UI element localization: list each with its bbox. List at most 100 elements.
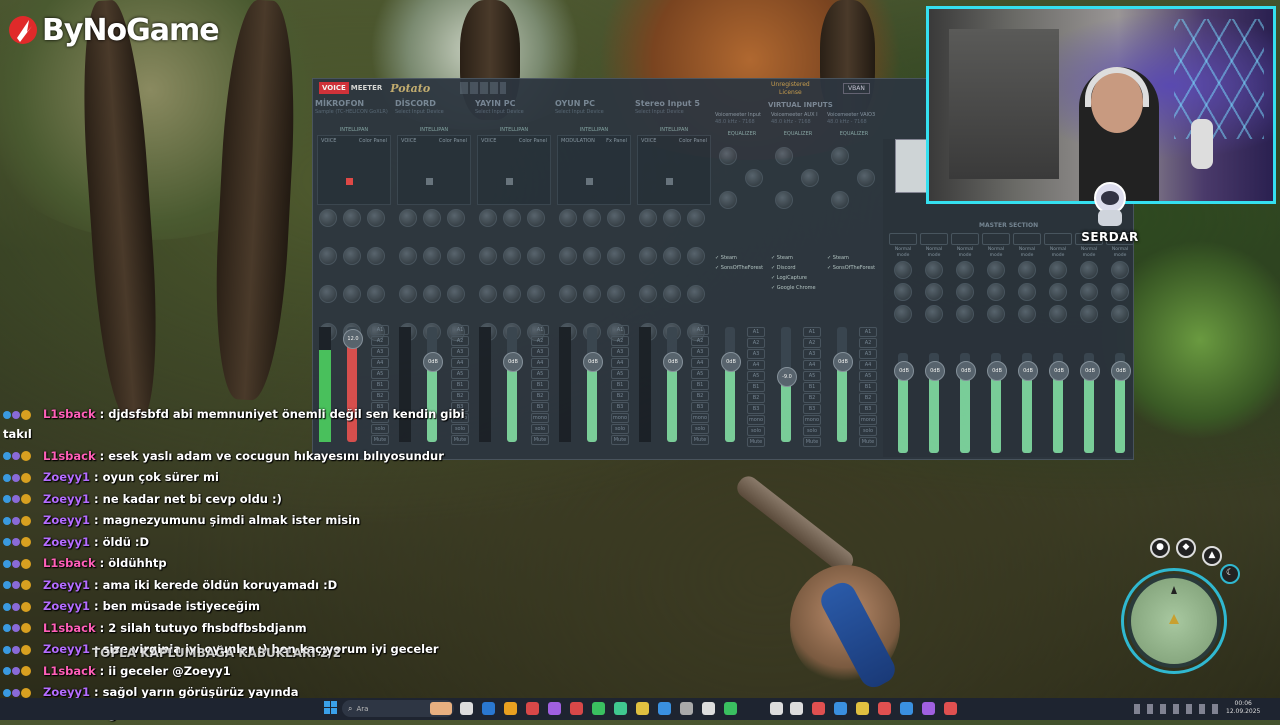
routing-button[interactable]: solo [747, 426, 765, 436]
chat-username[interactable]: Zoeyy1 [43, 470, 90, 484]
routing-button[interactable]: B1 [859, 382, 877, 392]
eq-knob[interactable] [801, 169, 819, 187]
master-knob[interactable] [925, 283, 943, 301]
master-sel-button[interactable] [1013, 233, 1041, 245]
routing-button[interactable]: B3 [611, 402, 629, 412]
routing-button[interactable]: A5 [611, 369, 629, 379]
app-item[interactable]: ✓ Google Chrome [771, 283, 825, 293]
routing-button[interactable]: B2 [451, 391, 469, 401]
chat-username[interactable]: Zoeyy1 [43, 535, 90, 549]
master-knob[interactable] [1018, 305, 1036, 323]
routing-button[interactable]: A3 [803, 349, 821, 359]
strip-name[interactable]: MİKROFON [315, 99, 393, 108]
fx-knob[interactable] [527, 285, 545, 303]
fader-knob[interactable]: 0dB [1111, 361, 1131, 381]
fx-knob[interactable] [447, 247, 465, 265]
fx-knob[interactable] [639, 247, 657, 265]
fx-knob[interactable] [607, 247, 625, 265]
fader-knob[interactable]: 0dB [1018, 361, 1038, 381]
fx-knob[interactable] [607, 285, 625, 303]
routing-button[interactable]: A4 [611, 358, 629, 368]
master-knob[interactable] [987, 305, 1005, 323]
master-knob[interactable] [894, 305, 912, 323]
intellipan-box[interactable]: INTELLIPANVOICEColor Panel [317, 135, 391, 205]
app-item[interactable]: ✓ Steam [771, 253, 825, 263]
chrome-icon[interactable] [504, 702, 517, 715]
master-knob[interactable] [1111, 261, 1129, 279]
eq-knob[interactable] [775, 147, 793, 165]
fx-knob[interactable] [479, 247, 497, 265]
master-knob[interactable] [1018, 283, 1036, 301]
routing-button[interactable]: A3 [691, 347, 709, 357]
app-item[interactable]: ✓ SonsOfTheForest [827, 263, 881, 273]
voicemeeter-menu-icon[interactable] [460, 82, 506, 94]
intellipan-box[interactable]: INTELLIPANVOICEColor Panel [397, 135, 471, 205]
routing-button[interactable]: A4 [803, 360, 821, 370]
routing-button[interactable]: A5 [451, 369, 469, 379]
routing-button[interactable]: A1 [611, 325, 629, 335]
fx-knob[interactable] [399, 247, 417, 265]
master-knob[interactable] [1111, 305, 1129, 323]
fx-knob[interactable] [423, 247, 441, 265]
fader-knob[interactable]: 12.0 [343, 329, 363, 349]
routing-button[interactable]: A5 [691, 369, 709, 379]
master-knob[interactable] [925, 261, 943, 279]
routing-button[interactable]: A4 [747, 360, 765, 370]
app-icon[interactable] [922, 702, 935, 715]
routing-button[interactable]: solo [691, 424, 709, 434]
routing-button[interactable]: B2 [803, 393, 821, 403]
routing-button[interactable]: B3 [747, 404, 765, 414]
routing-button[interactable]: A1 [747, 327, 765, 337]
eq-knob[interactable] [719, 147, 737, 165]
fx-knob[interactable] [663, 247, 681, 265]
pan-dot[interactable] [346, 178, 353, 185]
strip-name[interactable]: DİSCORD [395, 99, 473, 108]
routing-button[interactable]: Mute [691, 435, 709, 445]
routing-button[interactable]: A2 [451, 336, 469, 346]
fx-knob[interactable] [687, 209, 705, 227]
master-mode[interactable]: Normal mode [1106, 247, 1134, 259]
routing-button[interactable]: A4 [859, 360, 877, 370]
routing-button[interactable]: B1 [747, 382, 765, 392]
master-knob[interactable] [1049, 261, 1067, 279]
routing-button[interactable]: B1 [451, 380, 469, 390]
app-icon[interactable] [944, 702, 957, 715]
routing-button[interactable]: A1 [451, 325, 469, 335]
chat-username[interactable]: Zoeyy1 [43, 685, 90, 699]
fx-knob[interactable] [687, 247, 705, 265]
routing-button[interactable]: A3 [371, 347, 389, 357]
routing-button[interactable]: A1 [531, 325, 549, 335]
fx-knob[interactable] [319, 209, 337, 227]
fx-knob[interactable] [423, 285, 441, 303]
app-icon[interactable] [834, 702, 847, 715]
eq-knob[interactable] [831, 147, 849, 165]
master-mode[interactable]: Normal mode [889, 247, 917, 259]
routing-button[interactable]: mono [859, 415, 877, 425]
fx-knob[interactable] [343, 209, 361, 227]
routing-button[interactable]: B2 [371, 391, 389, 401]
fx-knob[interactable] [399, 209, 417, 227]
intellipan-box[interactable]: INTELLIPANVOICEColor Panel [477, 135, 551, 205]
strip-name[interactable]: Stereo Input 5 [635, 99, 713, 108]
routing-button[interactable]: A5 [371, 369, 389, 379]
fader-knob[interactable]: 0dB [721, 352, 741, 372]
routing-button[interactable]: B1 [611, 380, 629, 390]
fx-knob[interactable] [583, 285, 601, 303]
routing-button[interactable]: Mute [531, 435, 549, 445]
chat-username[interactable]: L1sback [43, 664, 96, 678]
fx-knob[interactable] [503, 285, 521, 303]
fx-knob[interactable] [559, 209, 577, 227]
fx-knob[interactable] [527, 209, 545, 227]
routing-button[interactable]: B1 [691, 380, 709, 390]
chat-username[interactable]: Zoeyy1 [43, 513, 90, 527]
routing-button[interactable]: B3 [859, 404, 877, 414]
master-mode[interactable]: Normal mode [1075, 247, 1103, 259]
app-icon[interactable] [790, 702, 803, 715]
routing-button[interactable]: B3 [691, 402, 709, 412]
edge-icon[interactable] [482, 702, 495, 715]
master-knob[interactable] [894, 283, 912, 301]
app-icon[interactable] [702, 702, 715, 715]
eq-knob[interactable] [831, 191, 849, 209]
fader-knob[interactable]: 0dB [925, 361, 945, 381]
routing-button[interactable]: Mute [803, 437, 821, 447]
